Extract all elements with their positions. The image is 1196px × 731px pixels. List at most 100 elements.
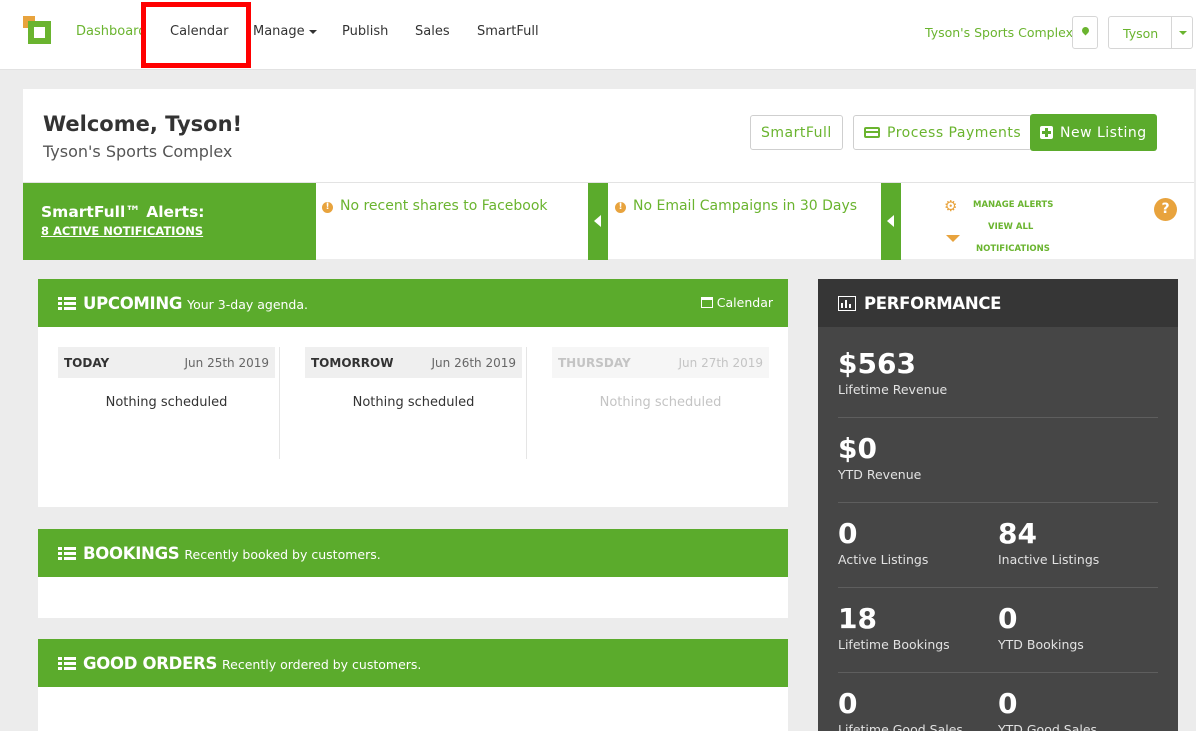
list-icon — [58, 657, 76, 670]
manage-alerts-link[interactable]: MANAGE ALERTS — [973, 200, 1053, 210]
nav-smartfull[interactable]: SmartFull — [477, 24, 539, 39]
warning-icon: ! — [615, 202, 626, 213]
divider — [1171, 17, 1172, 48]
bookings-header: BOOKINGS Recently booked by customers. — [38, 529, 788, 577]
nav-sales[interactable]: Sales — [415, 24, 450, 39]
upcoming-panel: UPCOMING Your 3-day agenda. Calendar TODA… — [38, 279, 788, 507]
user-menu-button[interactable]: Tyson — [1108, 16, 1193, 49]
day-column-today: TODAY Jun 25th 2019 Nothing scheduled — [58, 347, 275, 410]
stat-label: YTD Revenue — [838, 467, 922, 482]
divider — [526, 347, 527, 459]
stat-ytd-good-sales: 0 YTD Good Sales — [998, 688, 1097, 731]
alert-item[interactable]: ! No Email Campaigns in 30 Days — [615, 198, 857, 214]
day-column-thursday: THURSDAY Jun 27th 2019 Nothing scheduled — [552, 347, 769, 410]
good-orders-panel: GOOD ORDERS Recently ordered by customers… — [38, 639, 788, 731]
performance-panel: PERFORMANCE $563 Lifetime Revenue $0 YTD… — [818, 279, 1178, 731]
prev-alert-button[interactable] — [588, 183, 608, 260]
stat-value: 0 — [838, 687, 858, 720]
user-name: Tyson — [1123, 26, 1159, 41]
stat-inactive-listings: 84 Inactive Listings — [998, 518, 1100, 568]
prev-alert-button[interactable] — [881, 183, 901, 260]
stat-lifetime-revenue: $563 Lifetime Revenue — [838, 347, 947, 398]
gear-icon: ⚙ — [944, 197, 958, 215]
nav-manage[interactable]: Manage — [253, 24, 317, 39]
welcome-subtitle: Tyson's Sports Complex — [43, 142, 233, 161]
bookings-title: BOOKINGS Recently booked by customers. — [83, 544, 381, 563]
stat-label: Lifetime Good Sales — [838, 722, 963, 731]
help-icon[interactable]: ? — [1154, 198, 1177, 221]
bookings-subtitle: Recently booked by customers. — [184, 547, 381, 562]
calendar-link[interactable]: Calendar — [700, 295, 773, 310]
alert-item[interactable]: ! No recent shares to Facebook — [322, 198, 548, 214]
warning-icon: ! — [322, 202, 333, 213]
upcoming-title: UPCOMING Your 3-day agenda. — [83, 294, 308, 313]
map-pin-icon — [1080, 25, 1091, 36]
performance-header: PERFORMANCE — [818, 279, 1178, 327]
performance-title: PERFORMANCE — [864, 294, 1002, 313]
day-header: TOMORROW Jun 26th 2019 — [305, 347, 522, 378]
calendar-icon — [700, 297, 713, 308]
stat-lifetime-bookings: 18 Lifetime Bookings — [838, 602, 950, 653]
alert-text: No recent shares to Facebook — [340, 198, 548, 214]
stat-value: 18 — [838, 602, 877, 635]
good-orders-title: GOOD ORDERS Recently ordered by customers… — [83, 654, 421, 673]
nav-publish[interactable]: Publish — [342, 24, 388, 39]
calendar-link-label: Calendar — [716, 295, 773, 310]
bookings-title-text: BOOKINGS — [83, 544, 180, 563]
stat-value: 0 — [998, 687, 1018, 720]
new-listing-button[interactable]: New Listing — [1030, 114, 1157, 151]
day-header: TODAY Jun 25th 2019 — [58, 347, 275, 378]
location-button[interactable] — [1072, 16, 1098, 49]
stat-value: $563 — [838, 347, 916, 380]
logo-icon[interactable] — [23, 16, 51, 44]
welcome-panel: Welcome, Tyson! Tyson's Sports Complex S… — [23, 89, 1194, 260]
stat-value: $0 — [838, 432, 877, 465]
bookings-panel: BOOKINGS Recently booked by customers. — [38, 529, 788, 618]
alerts-title: SmartFull™ Alerts: — [41, 203, 205, 221]
process-payments-label: Process Payments — [887, 124, 1022, 141]
stat-label: Inactive Listings — [998, 552, 1100, 567]
alerts-header: SmartFull™ Alerts: 8 ACTIVE NOTIFICATION… — [23, 183, 316, 260]
upcoming-header: UPCOMING Your 3-day agenda. Calendar — [38, 279, 788, 327]
stat-label: Lifetime Bookings — [838, 637, 950, 652]
divider — [279, 347, 280, 459]
day-header: THURSDAY Jun 27th 2019 — [552, 347, 769, 378]
day-name: TOMORROW — [311, 356, 394, 370]
day-column-tomorrow: TOMORROW Jun 26th 2019 Nothing scheduled — [305, 347, 522, 410]
divider — [838, 672, 1158, 673]
process-payments-button[interactable]: Process Payments — [853, 115, 1033, 150]
nav-dashboard[interactable]: Dashboard — [76, 24, 147, 39]
stat-label: YTD Good Sales — [998, 722, 1098, 731]
day-empty-text: Nothing scheduled — [599, 395, 722, 410]
venue-link[interactable]: Tyson's Sports Complex — [925, 25, 1073, 40]
credit-card-icon — [864, 127, 880, 138]
stat-ytd-bookings: 0 YTD Bookings — [998, 602, 1084, 653]
view-all-link[interactable]: VIEW ALL — [988, 222, 1033, 232]
day-empty-text: Nothing scheduled — [352, 395, 475, 410]
chevron-down-icon — [308, 29, 317, 34]
new-listing-label: New Listing — [1060, 124, 1147, 141]
stat-active-listings: 0 Active Listings — [838, 517, 928, 568]
list-icon — [58, 547, 76, 560]
alert-text: No Email Campaigns in 30 Days — [633, 198, 858, 214]
top-navbar: Dashboard Calendar Manage Publish Sales … — [0, 0, 1196, 70]
divider — [838, 417, 1158, 418]
day-date: Jun 27th 2019 — [678, 356, 764, 370]
stat-label: YTD Bookings — [998, 637, 1084, 652]
upcoming-title-text: UPCOMING — [83, 294, 183, 313]
stat-value: 0 — [838, 517, 858, 550]
plus-square-icon — [1040, 126, 1053, 139]
chevron-down-icon — [1179, 31, 1187, 35]
day-date: Jun 25th 2019 — [184, 356, 270, 370]
alerts-strip: SmartFull™ Alerts: 8 ACTIVE NOTIFICATION… — [23, 182, 1194, 260]
stat-lifetime-good-sales: 0 Lifetime Good Sales — [838, 688, 963, 731]
view-all-notifications-link[interactable]: NOTIFICATIONS — [976, 244, 1050, 254]
good-orders-title-text: GOOD ORDERS — [83, 654, 218, 673]
welcome-title: Welcome, Tyson! — [43, 112, 243, 136]
divider — [838, 502, 1158, 503]
smartfull-button[interactable]: SmartFull — [750, 115, 843, 150]
stat-value: 0 — [998, 602, 1018, 635]
good-orders-subtitle: Recently ordered by customers. — [222, 657, 422, 672]
active-notifications-link[interactable]: 8 ACTIVE NOTIFICATIONS — [41, 224, 203, 238]
day-name: TODAY — [64, 356, 110, 370]
